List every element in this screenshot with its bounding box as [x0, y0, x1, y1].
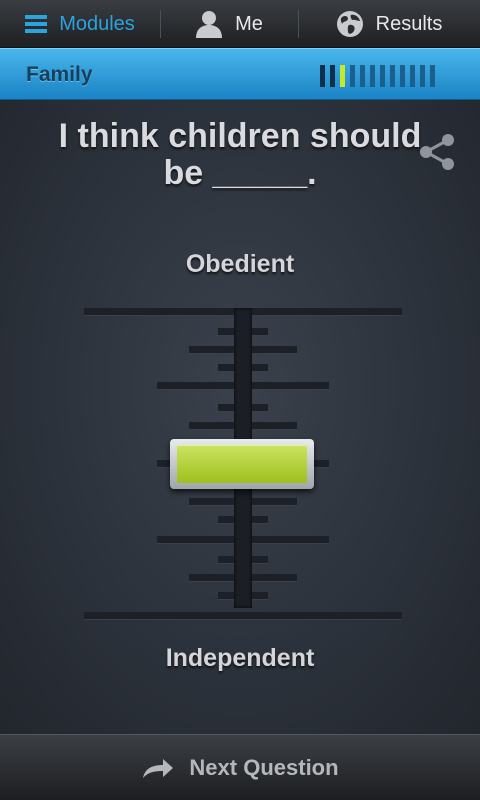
progress-segment — [430, 65, 435, 87]
progress-segment — [410, 65, 415, 87]
arrow-right-icon — [141, 756, 175, 780]
tab-modules-label: Modules — [59, 12, 135, 35]
globe-icon — [336, 10, 364, 38]
tab-modules[interactable]: Modules — [0, 0, 160, 48]
scale-top-label: Obedient — [185, 250, 295, 278]
scale-tick — [84, 612, 402, 619]
share-icon — [417, 132, 457, 177]
progress-segment — [370, 65, 375, 87]
scale-bottom-label: Independent — [165, 644, 315, 672]
progress-segment — [400, 65, 405, 87]
person-icon — [195, 10, 223, 38]
tab-results-label: Results — [375, 12, 443, 35]
tab-me-label: Me — [235, 12, 263, 35]
category-bar: Family — [0, 48, 480, 100]
progress-segment — [320, 65, 325, 87]
progress-segment — [330, 65, 335, 87]
question-panel: I think children should be _____. Obedie… — [0, 100, 480, 734]
progress-segment — [390, 65, 395, 87]
slider-handle-fill — [177, 445, 307, 483]
share-button[interactable] — [414, 132, 460, 176]
progress-segment — [420, 65, 425, 87]
progress-segment — [340, 65, 345, 87]
next-question-label: Next Question — [189, 754, 339, 780]
question-text: I think children should be _____. — [58, 117, 422, 192]
next-question-button[interactable]: Next Question — [0, 734, 480, 800]
tab-results[interactable]: Results — [298, 0, 480, 48]
top-nav: Modules Me Results — [0, 0, 480, 48]
slider-handle[interactable] — [170, 439, 314, 489]
progress-segment — [350, 65, 355, 87]
progress-segment — [380, 65, 385, 87]
question-progress — [320, 65, 435, 87]
progress-segment — [360, 65, 365, 87]
tab-me[interactable]: Me — [160, 0, 298, 48]
menu-icon — [25, 14, 48, 34]
category-title: Family — [26, 63, 93, 86]
